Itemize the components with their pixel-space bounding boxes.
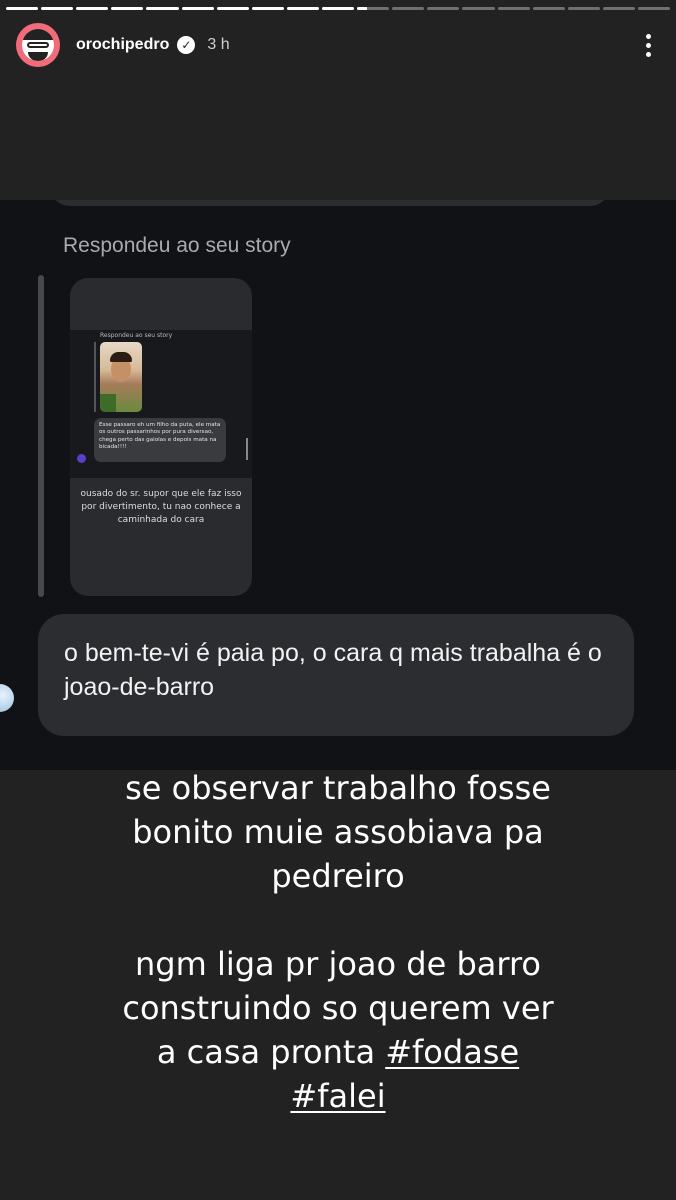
sender-avatar — [0, 684, 14, 712]
progress-segment — [637, 7, 671, 10]
reply-message-bubble: o bem-te-vi é paia po, o cara q mais tra… — [38, 614, 634, 736]
replied-to-story-label: Respondeu ao seu story — [63, 234, 291, 257]
caption-line: #falei — [40, 1074, 636, 1118]
quote-bar — [38, 275, 44, 597]
progress-segment — [321, 7, 355, 10]
thumbnail-caption: ousado do sr. supor que ele faz isso por… — [80, 489, 242, 525]
caption-text: a casa pronta — [156, 1033, 386, 1071]
thumbnail-scrollbar — [246, 438, 248, 460]
progress-segment — [76, 7, 109, 10]
progress-segment — [146, 7, 179, 10]
story-thumbnail[interactable]: Respondeu ao seu story Esse passaro eh u… — [70, 278, 252, 596]
hashtag-link[interactable]: #fodase — [385, 1033, 519, 1071]
caption-line: a casa pronta #fodase — [40, 1030, 636, 1074]
thumbnail-message: Esse passaro eh um filho da puta, ele ma… — [94, 418, 226, 462]
caption-line: bonito muie assobiava pa — [132, 813, 544, 851]
progress-segment — [392, 7, 425, 10]
avatar[interactable] — [16, 23, 60, 67]
progress-segment — [497, 7, 530, 10]
progress-segment — [216, 7, 249, 10]
username[interactable]: orochipedro — [76, 36, 169, 54]
progress-segment — [251, 7, 284, 10]
progress-segment — [602, 7, 635, 10]
progress-segment — [357, 7, 390, 10]
caption-line: se observar trabalho fosse — [125, 769, 551, 807]
hashtag-link[interactable]: #falei — [290, 1077, 385, 1115]
progress-segment — [6, 7, 39, 10]
progress-segment — [567, 7, 600, 10]
story-caption: se observar trabalho fosse bonito muie a… — [40, 766, 636, 1118]
progress-segment — [532, 7, 565, 10]
story-header: orochipedro ✓ 3 h — [16, 22, 660, 68]
more-options-icon[interactable] — [636, 30, 660, 60]
thumbnail-photo — [100, 342, 142, 412]
progress-segment — [41, 7, 74, 10]
verified-badge-icon: ✓ — [177, 36, 196, 54]
progress-segment — [427, 7, 460, 10]
caption-line: pedreiro — [271, 857, 405, 895]
progress-segment — [286, 7, 319, 10]
thumbnail-replied-label: Respondeu ao seu story — [100, 332, 173, 339]
story-progress — [6, 7, 671, 10]
caption-line: ngm liga pr joao de barro — [135, 945, 541, 983]
timestamp: 3 h — [207, 36, 230, 53]
previous-message-bubble — [50, 200, 610, 206]
progress-segment — [111, 7, 144, 10]
avatar-image — [22, 29, 54, 61]
progress-segment — [462, 7, 495, 10]
caption-line: construindo so querem ver — [122, 989, 554, 1027]
thumbnail-quote-bar — [94, 342, 96, 412]
thumbnail-avatar — [77, 454, 86, 463]
thumbnail-dm: Respondeu ao seu story Esse passaro eh u… — [70, 330, 252, 478]
dm-screenshot: Respondeu ao seu story Respondeu ao seu … — [0, 200, 676, 770]
progress-segment — [181, 7, 214, 10]
